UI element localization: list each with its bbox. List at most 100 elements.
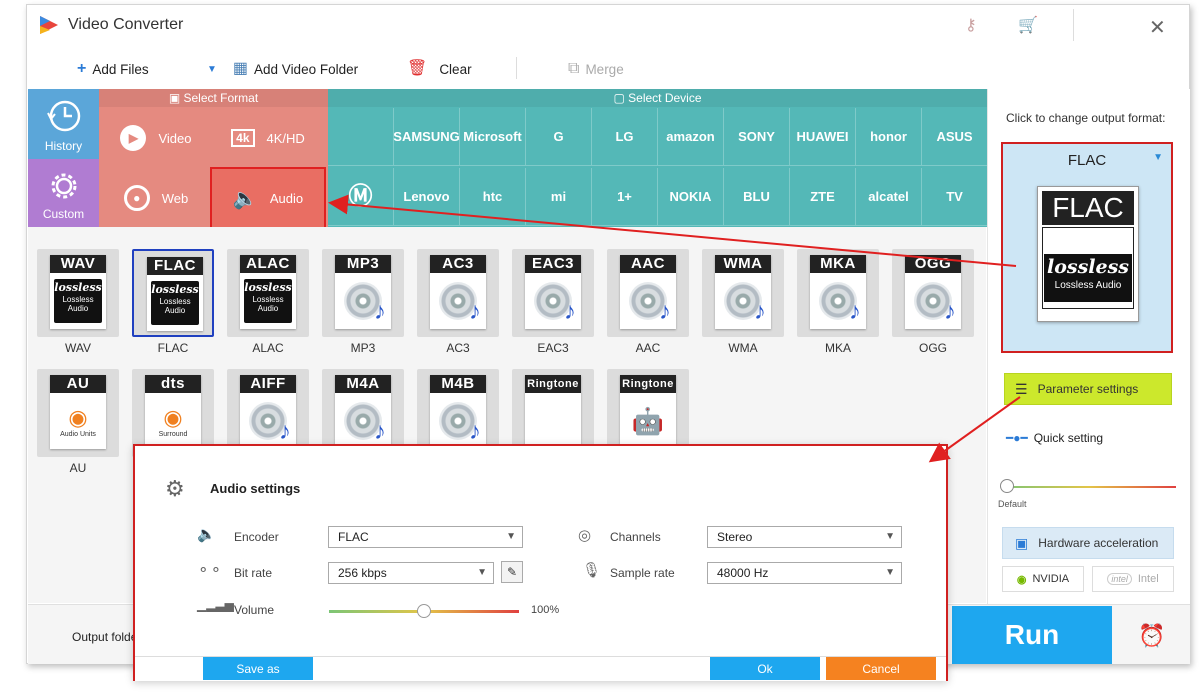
device-htc[interactable]: htc — [460, 168, 526, 226]
bitrate-select[interactable]: 256 kbps ▼ — [328, 562, 494, 584]
output-panel: Click to change output format: FLAC ▼ FL… — [987, 89, 1190, 604]
parameter-settings-button[interactable]: ☰ Parameter settings — [1004, 373, 1172, 405]
clock-icon — [47, 100, 81, 132]
device-blu[interactable]: BLU — [724, 168, 790, 226]
speaker-icon: 🔈 — [232, 187, 258, 210]
chevron-down-icon[interactable]: ▼ — [207, 64, 217, 75]
edit-bitrate-button[interactable]: ✎ — [501, 561, 523, 583]
format-alac-icon[interactable]: ALAC lossless Lossless Audio — [227, 249, 309, 337]
device-samsung[interactable]: SAMSUNG — [393, 108, 460, 166]
lossless-logo: lossless Lossless Audio — [54, 279, 102, 323]
device-huawei[interactable]: HUAWEI — [790, 108, 856, 166]
format-mka-icon[interactable]: MKA — [797, 249, 879, 337]
samplerate-select[interactable]: 48000 Hz ▼ — [707, 562, 902, 584]
device-asus[interactable]: ASUS — [922, 108, 988, 166]
output-folder-label: Output folder — [72, 630, 142, 644]
device-mi[interactable]: mi — [526, 168, 592, 226]
format-wma-icon[interactable]: WMA — [702, 249, 784, 337]
chevron-down-icon: ▼ — [506, 531, 516, 542]
device-honor[interactable]: honor — [856, 108, 922, 166]
format-4k-button[interactable]: 4k 4K/HD — [213, 109, 323, 167]
format-ogg-icon[interactable]: OGG — [892, 249, 974, 337]
quality-slider[interactable] — [1000, 479, 1176, 493]
audio-disc-icon — [724, 282, 766, 326]
cancel-button[interactable]: Cancel — [826, 657, 936, 680]
format-audio-button[interactable]: 🔈 Audio — [210, 167, 326, 229]
device-lg[interactable]: LG — [592, 108, 658, 166]
format-aac-icon[interactable]: AAC — [607, 249, 689, 337]
cart-icon[interactable]: 🛒 — [1018, 15, 1038, 35]
audio-disc-icon — [629, 282, 671, 326]
history-tile[interactable]: History — [28, 89, 99, 159]
custom-tile[interactable]: Custom — [28, 159, 99, 227]
format-ac3-icon[interactable]: AC3 — [417, 249, 499, 337]
format-video-button[interactable]: ▶ Video — [101, 109, 211, 167]
lossless-logo: lossless Lossless Audio — [1044, 254, 1132, 302]
format-label: WAV — [65, 341, 91, 355]
audio-disc-icon — [344, 282, 386, 326]
volume-value: 100% — [531, 604, 560, 616]
save-as-button[interactable]: Save as — [203, 657, 313, 680]
audio-disc-icon — [439, 282, 481, 326]
wave-icon: ◉ — [68, 404, 88, 430]
device-tv[interactable]: TV — [922, 168, 988, 226]
merge-button[interactable]: ⧉ Merge — [568, 61, 624, 77]
device-row2-0[interactable]: Ⓜ — [328, 168, 394, 226]
volume-slider[interactable] — [329, 604, 519, 618]
nvidia-checkbox[interactable]: ◉ NVIDIA — [1002, 566, 1084, 592]
left-tiles: History Custom — [28, 89, 99, 227]
intel-checkbox[interactable]: intel Intel — [1092, 566, 1174, 592]
default-label: Default — [998, 499, 1027, 509]
add-files-button[interactable]: + Add Files — [77, 61, 149, 77]
merge-icon: ⧉ — [568, 60, 580, 77]
chevron-down-icon: ▼ — [885, 567, 895, 578]
encoder-select[interactable]: FLAC ▼ — [328, 526, 523, 548]
format-eac3-icon[interactable]: EAC3 — [512, 249, 594, 337]
audio-disc-icon — [344, 402, 386, 446]
select-device-header: ▢ Select Device — [328, 89, 987, 107]
format-mp3-icon[interactable]: MP3 — [322, 249, 404, 337]
key-icon[interactable]: ⚷ — [965, 15, 977, 35]
format-au-icon[interactable]: AU ◉ Audio Units — [37, 369, 119, 457]
format-web-button[interactable]: ● Web — [101, 169, 211, 227]
close-icon[interactable]: ✕ — [1149, 15, 1166, 40]
device-sony[interactable]: SONY — [724, 108, 790, 166]
wave-icon: ◉ — [163, 404, 183, 430]
android-ringtone-icon: 🤖 — [631, 405, 665, 436]
clear-button[interactable]: 🗑 Clear — [407, 61, 472, 77]
channels-icon: ◎ — [578, 527, 592, 544]
run-button[interactable]: Run — [952, 606, 1112, 664]
dialog-footer: Save as Ok Cancel — [135, 656, 946, 681]
select-device-panel: ▢ Select Device SAMSUNG Microsoft G LG amazo… — [328, 89, 988, 227]
device-g[interactable]: G — [526, 108, 592, 166]
format-flac-icon[interactable]: FLAC lossless Lossless Audio — [132, 249, 214, 337]
quality-slider-knob[interactable] — [1000, 479, 1014, 493]
audio-disc-icon — [819, 282, 861, 326]
format-label: AAC — [635, 341, 661, 355]
device-row1-0[interactable] — [328, 108, 394, 166]
volume-bars-icon: ▁▂▃▅ — [197, 598, 234, 612]
caret-down-icon[interactable]: ▼ — [1153, 152, 1163, 163]
audio-settings-dialog: ⚙ Audio settings 🔈 Encoder FLAC ▼ ⚬⚬ Bit … — [133, 444, 948, 681]
device-zte[interactable]: ZTE — [790, 168, 856, 226]
device-microsoft[interactable]: Microsoft — [460, 108, 526, 166]
encoder-label: Encoder — [234, 530, 279, 544]
add-folder-button[interactable]: ▼ ▦ Add Video Folder — [207, 61, 358, 77]
volume-slider-knob[interactable] — [417, 604, 431, 618]
format-label: MP3 — [350, 341, 376, 355]
device-1[interactable]: 1+ — [592, 168, 658, 226]
ok-button[interactable]: Ok — [710, 657, 820, 680]
audio-disc-icon — [439, 402, 481, 446]
channels-select[interactable]: Stereo ▼ — [707, 526, 902, 548]
device-lenovo[interactable]: Lenovo — [394, 168, 460, 226]
hardware-acceleration-button[interactable]: ▣ Hardware acceleration — [1002, 527, 1174, 559]
chrome-icon: ● — [123, 185, 150, 211]
device-amazon[interactable]: amazon — [658, 108, 724, 166]
format-wav-icon[interactable]: WAV lossless Lossless Audio — [37, 249, 119, 337]
device-nokia[interactable]: NOKIA — [658, 168, 724, 226]
alarm-clock-icon[interactable]: ⏰ — [1138, 623, 1165, 649]
output-format-selector[interactable]: FLAC ▼ FLAC lossless Lossless Audio — [1001, 142, 1173, 353]
format-header-icon: ▣ — [168, 91, 184, 105]
device-alcatel[interactable]: alcatel — [856, 168, 922, 226]
nvidia-icon: ◉ — [1016, 573, 1027, 586]
